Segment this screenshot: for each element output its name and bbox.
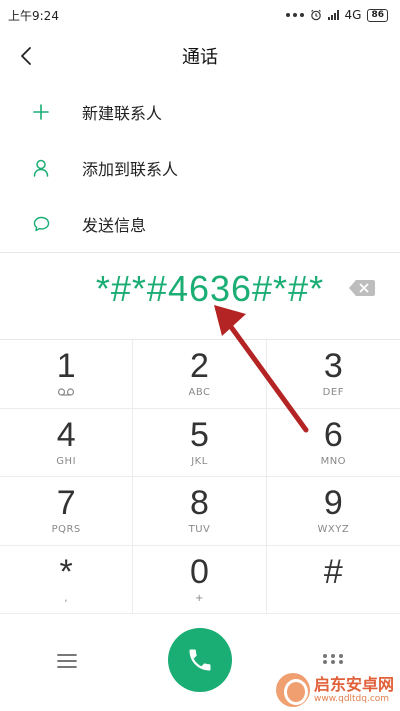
key-star[interactable]: * , (0, 545, 134, 614)
more-notifications-icon (285, 13, 304, 17)
watermark-logo-icon (275, 673, 310, 707)
key-letters: GHI (56, 455, 77, 467)
signal-strength-icon (327, 10, 339, 20)
add-to-contact-action[interactable]: 添加到联系人 (0, 140, 400, 196)
backspace-icon (349, 280, 375, 296)
call-button[interactable] (168, 628, 232, 692)
send-message-action[interactable]: 发送信息 (0, 196, 400, 252)
key-2[interactable]: 2 ABC (133, 340, 267, 409)
key-digit: 8 (190, 484, 209, 523)
alarm-icon (310, 9, 321, 21)
chevron-left-icon (21, 47, 31, 65)
menu-button[interactable] (56, 652, 78, 670)
message-bubble-icon (0, 216, 82, 232)
key-5[interactable]: 5 JKL (133, 408, 267, 477)
key-9[interactable]: 9 WXYZ (266, 477, 400, 546)
key-digit: 0 (190, 552, 209, 591)
key-letters: + (195, 592, 204, 604)
phone-icon (189, 649, 211, 671)
backspace-button[interactable] (348, 278, 376, 298)
key-digit: 1 (56, 347, 76, 386)
status-bar: 上午9:24 4G 86 (0, 0, 400, 30)
number-display: *#*#4636#*#* (0, 254, 400, 338)
key-digit: * (59, 552, 73, 591)
key-digit: 6 (323, 415, 343, 454)
new-contact-action[interactable]: 新建联系人 (0, 84, 400, 140)
key-3[interactable]: 3 DEF (266, 340, 400, 409)
page-title: 通话 (182, 47, 218, 68)
key-digit: 7 (56, 484, 76, 523)
battery-level: 86 (367, 8, 388, 22)
watermark-title: 启东安卓网 (313, 674, 394, 694)
key-hash[interactable]: # (266, 546, 400, 614)
action-list: 新建联系人 添加到联系人 发送信息 (0, 84, 400, 252)
network-type: 4G (344, 8, 362, 22)
key-digit: 9 (323, 484, 343, 523)
key-letters: DEF (322, 387, 344, 399)
watermark: 启东安卓网 www.qdltdq.com (275, 673, 394, 707)
key-digit: 5 (190, 415, 209, 454)
dialed-number[interactable]: *#*#4636#*#* (0, 268, 400, 310)
key-7[interactable]: 7 PQRS (0, 477, 134, 546)
title-bar: 通话 (0, 30, 400, 82)
key-letters: PQRS (51, 524, 81, 536)
add-to-contact-label: 添加到联系人 (82, 160, 179, 179)
divider (0, 252, 400, 253)
dialpad-toggle-button[interactable] (320, 652, 346, 672)
key-0[interactable]: 0 + (133, 545, 267, 614)
key-8[interactable]: 8 TUV (133, 477, 267, 546)
voicemail-icon (57, 387, 75, 399)
person-icon (0, 159, 82, 177)
key-digit: 2 (190, 347, 209, 386)
back-button[interactable] (12, 42, 40, 70)
key-digit: 4 (56, 415, 76, 454)
key-letters: TUV (188, 524, 211, 536)
watermark-url: www.qdltdq.com (313, 693, 390, 704)
key-6[interactable]: 6 MNO (266, 409, 400, 477)
key-letters: ABC (188, 387, 211, 399)
status-icons: 4G 86 (285, 8, 388, 22)
key-letters: , (64, 592, 68, 604)
key-letters: WXYZ (317, 524, 350, 536)
new-contact-label: 新建联系人 (82, 104, 163, 123)
dial-keypad: 1 2 ABC 3 DEF 4 GHI 5 JKL 6 MNO 7 PQRS 8… (0, 340, 400, 614)
key-digit: # (323, 552, 343, 591)
send-message-label: 发送信息 (82, 216, 147, 235)
plus-icon (0, 104, 82, 120)
status-time: 上午9:24 (8, 8, 59, 23)
key-1[interactable]: 1 (0, 340, 134, 409)
key-letters: MNO (320, 455, 347, 467)
key-digit: 3 (323, 347, 343, 386)
dialpad-icon (323, 654, 343, 664)
key-letters: JKL (191, 455, 208, 467)
key-4[interactable]: 4 GHI (0, 408, 134, 477)
hamburger-menu-icon (57, 654, 77, 668)
